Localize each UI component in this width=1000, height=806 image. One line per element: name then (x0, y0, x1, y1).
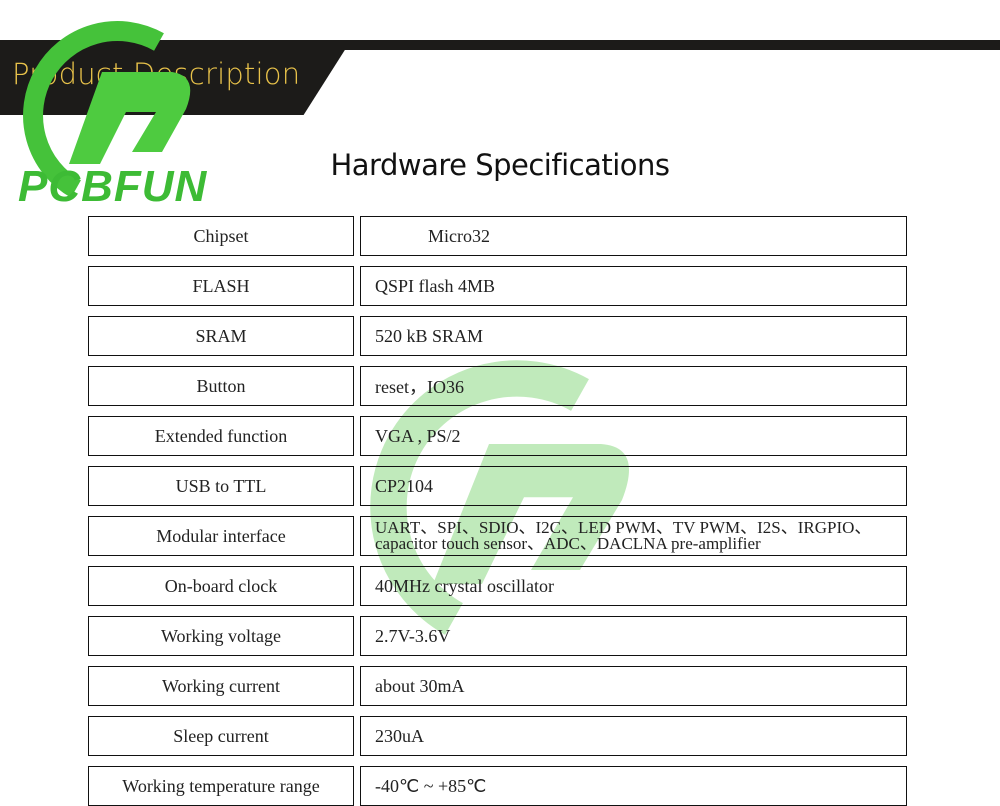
spec-label: USB to TTL (88, 466, 354, 506)
spec-value: 2.7V-3.6V (360, 616, 907, 656)
spec-value: QSPI flash 4MB (360, 266, 907, 306)
spec-value: 40MHz crystal oscillator (360, 566, 907, 606)
spec-value: UART、SPI、SDIO、I2C、LED PWM、TV PWM、I2S、IRG… (360, 516, 907, 556)
spec-row: Working temperature range -40℃ ~ +85℃ (88, 766, 907, 806)
spec-row: On-board clock 40MHz crystal oscillator (88, 566, 907, 606)
spec-label: SRAM (88, 316, 354, 356)
spec-value: -40℃ ~ +85℃ (360, 766, 907, 806)
spec-label: Sleep current (88, 716, 354, 756)
spec-table: Chipset Micro32 FLASH QSPI flash 4MB SRA… (88, 216, 907, 806)
spec-value: about 30mA (360, 666, 907, 706)
spec-label: FLASH (88, 266, 354, 306)
spec-value: Micro32 (360, 216, 907, 256)
spec-value: CP2104 (360, 466, 907, 506)
spec-label: Chipset (88, 216, 354, 256)
spec-row: USB to TTL CP2104 (88, 466, 907, 506)
spec-label: Modular interface (88, 516, 354, 556)
spec-label: Working current (88, 666, 354, 706)
spec-value: VGA , PS/2 (360, 416, 907, 456)
spec-label: Button (88, 366, 354, 406)
spec-value: 520 kB SRAM (360, 316, 907, 356)
spec-value: 230uA (360, 716, 907, 756)
spec-label: On-board clock (88, 566, 354, 606)
spec-row: Working current about 30mA (88, 666, 907, 706)
spec-row: FLASH QSPI flash 4MB (88, 266, 907, 306)
spec-row: Button reset，IO36 (88, 366, 907, 406)
spec-row: Chipset Micro32 (88, 216, 907, 256)
spec-row: SRAM 520 kB SRAM (88, 316, 907, 356)
page-title: Hardware Specifications (330, 148, 670, 182)
spec-label: Extended function (88, 416, 354, 456)
spec-label: Working voltage (88, 616, 354, 656)
spec-row: Sleep current 230uA (88, 716, 907, 756)
spec-value: reset，IO36 (360, 366, 907, 406)
spec-value-line: capacitor touch sensor、ADC、DACLNA pre-am… (375, 534, 761, 553)
spec-row: Modular interface UART、SPI、SDIO、I2C、LED … (88, 516, 907, 556)
spec-row: Extended function VGA , PS/2 (88, 416, 907, 456)
spec-row: Working voltage 2.7V-3.6V (88, 616, 907, 656)
spec-label: Working temperature range (88, 766, 354, 806)
